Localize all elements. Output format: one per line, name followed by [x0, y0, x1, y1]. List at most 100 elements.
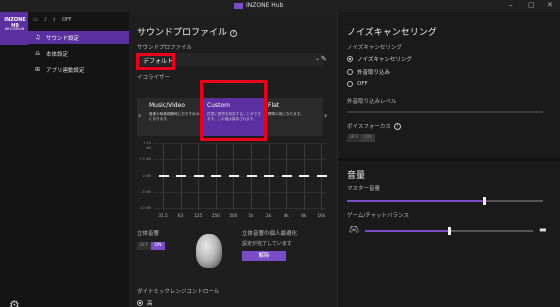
voice-focus-label: ボイスフォーカス?: [347, 122, 401, 130]
window-title: INZONE Hub: [246, 2, 284, 9]
music-note-icon: ♫: [35, 34, 41, 41]
drc-option-high[interactable]: 高: [137, 299, 153, 307]
eq-band-label: 16k: [317, 213, 326, 218]
eq-band-track: [233, 144, 235, 210]
eq-band-label: 1k: [248, 213, 254, 218]
eq-db-label: +5 dB: [139, 156, 151, 161]
minimize-button[interactable]: –: [509, 1, 513, 9]
game-chat-balance-slider[interactable]: [365, 227, 533, 235]
balance-label: ゲーム/チャットバランス: [347, 213, 410, 219]
slider-thumb[interactable]: [447, 227, 451, 235]
ambient-level-slider[interactable]: [347, 111, 543, 113]
gear-icon[interactable]: ⚙: [9, 298, 20, 307]
radio-label: OFF: [357, 81, 368, 87]
eq-band-label: 125: [194, 213, 203, 218]
inzone-logo-icon: [234, 2, 243, 9]
right-panel: ノイズキャンセリング ノイズキャンセリング ノイズキャンセリング 外音取り込み …: [337, 12, 560, 307]
preset-title: Flat: [268, 102, 280, 109]
eq-db-label: 0 dB: [142, 173, 151, 178]
device-tile[interactable]: INZONE H9 WH-G900N: [0, 12, 28, 45]
device-model: WH-G900N: [4, 27, 25, 31]
chat-bubble-icon: ▬: [539, 225, 547, 234]
eq-band-track: [215, 144, 217, 210]
eq-band-label: 500: [229, 213, 238, 218]
master-volume-slider[interactable]: [347, 197, 543, 205]
eq-band-track: [268, 144, 270, 210]
eq-band-track: [321, 144, 323, 210]
eq-band-handle[interactable]: [228, 174, 239, 177]
help-icon[interactable]: ?: [393, 123, 401, 130]
radio-label: ノイズキャンセリング: [357, 57, 412, 63]
spatial-audio-toggle[interactable]: OFF ON: [137, 242, 165, 250]
toggle-off: OFF: [137, 242, 151, 250]
master-volume-label: マスター音量: [347, 186, 381, 192]
sidebar-item-app-link[interactable]: ⊞ アプリ連動設定: [28, 63, 129, 76]
head-image: [196, 234, 222, 268]
voice-focus-toggle[interactable]: OFF ON: [347, 134, 375, 142]
radio-circle: [347, 69, 353, 75]
bluetooth-status: OFF: [61, 17, 72, 23]
eq-band-label: 31.5: [158, 213, 168, 218]
eq-band-handle[interactable]: [246, 174, 257, 177]
eq-band-handle[interactable]: [211, 174, 222, 177]
nc-option-noise-cancelling[interactable]: ノイズキャンセリング: [347, 55, 412, 63]
help-icon[interactable]: ?: [230, 30, 238, 37]
radio-label: 高: [147, 301, 153, 307]
battery-icon: ▭: [33, 17, 38, 23]
eq-band-track: [303, 144, 305, 210]
personalization-status: 設定が完了しています: [242, 241, 292, 247]
maximize-button[interactable]: ▢: [528, 1, 535, 9]
spatial-audio-label: 立体音響: [137, 231, 160, 237]
eq-band-label: 2k: [266, 213, 272, 218]
chevron-down-icon: ⌄: [315, 55, 321, 62]
sidebar-item-label: 本体設定: [46, 51, 69, 58]
eq-band-label: 63: [177, 213, 184, 218]
eq-band-handle[interactable]: [193, 174, 204, 177]
radio-circle: [347, 56, 353, 62]
highlight-box-custom: [200, 80, 267, 141]
highlight-box-profile: [136, 53, 175, 70]
eq-band-handle[interactable]: [176, 174, 187, 177]
ambient-level-label: 外音取り込みレベル: [347, 99, 397, 105]
pencil-icon[interactable]: ✎: [321, 55, 327, 63]
carousel-next-icon[interactable]: ›: [324, 111, 327, 120]
page-title-text: サウンドプロファイル: [137, 28, 228, 38]
eq-band-handle[interactable]: [264, 174, 275, 177]
close-button[interactable]: ✕: [547, 1, 553, 9]
radio-circle: [347, 81, 353, 87]
sidebar-item-sound-settings[interactable]: ♫ サウンド設定: [28, 31, 129, 44]
preset-flat[interactable]: Flat 標準の音になります。: [264, 98, 323, 136]
carousel-prev-icon[interactable]: ‹: [138, 111, 141, 120]
slider-fill: [365, 230, 449, 232]
radio-circle: [137, 300, 143, 306]
eq-db-label: -5 dB: [140, 189, 151, 194]
sidebar: INZONE H9 WH-G900N ▭ ♪ ᛒ OFF ♫ サウンド設定 ♎ …: [0, 12, 129, 307]
clear-button[interactable]: 解除: [242, 251, 286, 261]
equalizer-label: イコライザー: [137, 75, 171, 81]
eq-band-handle[interactable]: [299, 174, 310, 177]
eq-band-track: [198, 144, 200, 210]
toggle-on: ON: [151, 242, 165, 250]
grid-icon: ⊞: [35, 66, 41, 73]
eq-band-label: 8k: [301, 213, 307, 218]
preset-desc: 標準の音になります。: [268, 112, 304, 116]
slider-thumb[interactable]: [482, 197, 486, 205]
nc-option-off[interactable]: OFF: [347, 81, 368, 87]
eq-band-handle[interactable]: [281, 174, 292, 177]
nc-option-ambient[interactable]: 外音取り込み: [347, 68, 390, 76]
sidebar-item-device-settings[interactable]: ♎ 本体設定: [28, 47, 129, 60]
preset-desc: 音楽や映像視聴時におすすめの音質になります。: [149, 112, 207, 121]
eq-band-track: [251, 144, 252, 210]
microphone-icon: ♪: [43, 17, 47, 23]
profile-label: サウンドプロファイル: [137, 45, 193, 51]
headset-icon: ♎: [35, 50, 41, 57]
eq-band-label: 250: [211, 213, 220, 218]
eq-band-handle[interactable]: [316, 174, 327, 177]
eq-band-track: [286, 144, 288, 210]
noise-cancel-title: ノイズキャンセリング: [347, 28, 437, 38]
game-controller-icon: 🎮︎: [349, 225, 360, 234]
sound-profile-panel: サウンドプロファイル? サウンドプロファイル デフォルト ⌄ ✎ イコライザー …: [129, 12, 337, 307]
eq-band-handle[interactable]: [158, 174, 169, 177]
voice-focus-text: ボイスフォーカス: [347, 124, 391, 130]
radio-label: 外音取り込み: [357, 70, 391, 76]
